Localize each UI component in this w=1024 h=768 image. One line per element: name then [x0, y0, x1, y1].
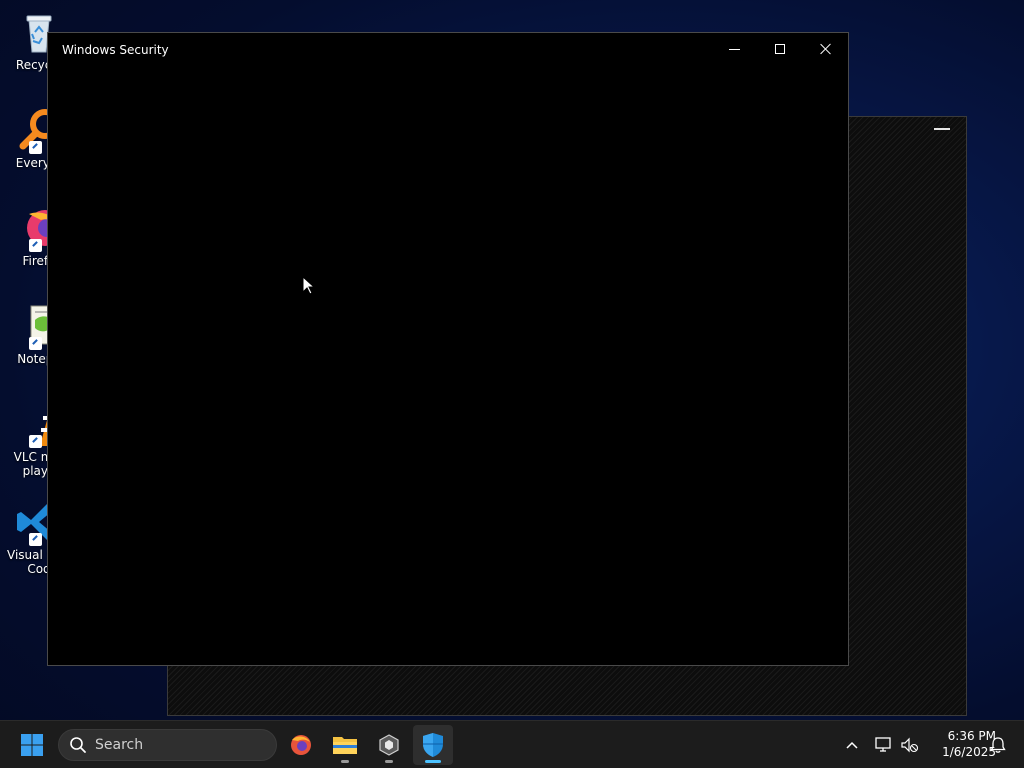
window-title: Windows Security [62, 43, 169, 57]
firefox-icon [291, 735, 311, 755]
taskbar-search-box[interactable]: Search [58, 729, 277, 761]
chevron-up-icon [846, 741, 858, 749]
minimize-icon[interactable] [934, 128, 950, 130]
mouse-cursor-icon [302, 276, 316, 295]
shortcut-arrow-icon [29, 435, 42, 448]
taskbar-app-firefox[interactable] [281, 725, 321, 765]
network-monitor-icon [875, 737, 891, 752]
shield-icon [423, 733, 443, 757]
windows-logo-icon [21, 734, 43, 756]
search-icon [69, 736, 87, 754]
windows-security-window[interactable]: Windows Security [47, 32, 849, 666]
cube-app-icon [379, 734, 399, 756]
folder-icon [333, 737, 357, 754]
network-status-button[interactable] [872, 721, 896, 768]
search-placeholder: Search [95, 737, 144, 753]
shortcut-arrow-icon [29, 337, 42, 350]
shortcut-arrow-icon [29, 533, 42, 546]
minimize-icon [728, 48, 740, 50]
title-bar[interactable]: Windows Security [48, 33, 848, 67]
taskbar-app-file-explorer[interactable] [325, 725, 365, 765]
taskbar: Search 6:36 PM 1/6/2025 [0, 720, 1024, 768]
taskbar-app-3d[interactable] [369, 725, 409, 765]
minimize-button[interactable] [711, 33, 757, 65]
notifications-button[interactable] [986, 721, 1010, 768]
running-indicator [385, 760, 393, 763]
taskbar-clock[interactable]: 6:36 PM 1/6/2025 [920, 728, 996, 760]
shortcut-arrow-icon [29, 239, 42, 252]
show-hidden-icons-button[interactable] [840, 721, 864, 768]
bell-icon [990, 737, 1006, 753]
maximize-button[interactable] [757, 33, 803, 65]
close-icon [820, 43, 832, 55]
clock-date: 1/6/2025 [942, 745, 996, 759]
clock-time: 6:36 PM [947, 729, 996, 743]
shortcut-arrow-icon [29, 141, 42, 154]
speaker-muted-icon [901, 737, 919, 753]
maximize-icon [775, 44, 785, 54]
active-indicator [425, 760, 441, 763]
window-content [48, 67, 848, 665]
start-button[interactable] [12, 725, 52, 765]
running-indicator [341, 760, 349, 763]
close-button[interactable] [803, 33, 849, 65]
taskbar-app-windows-security[interactable] [413, 725, 453, 765]
desktop: Recycle Everyth Firefo Notepa VLC m… pla… [0, 0, 1024, 720]
volume-button[interactable] [898, 721, 922, 768]
